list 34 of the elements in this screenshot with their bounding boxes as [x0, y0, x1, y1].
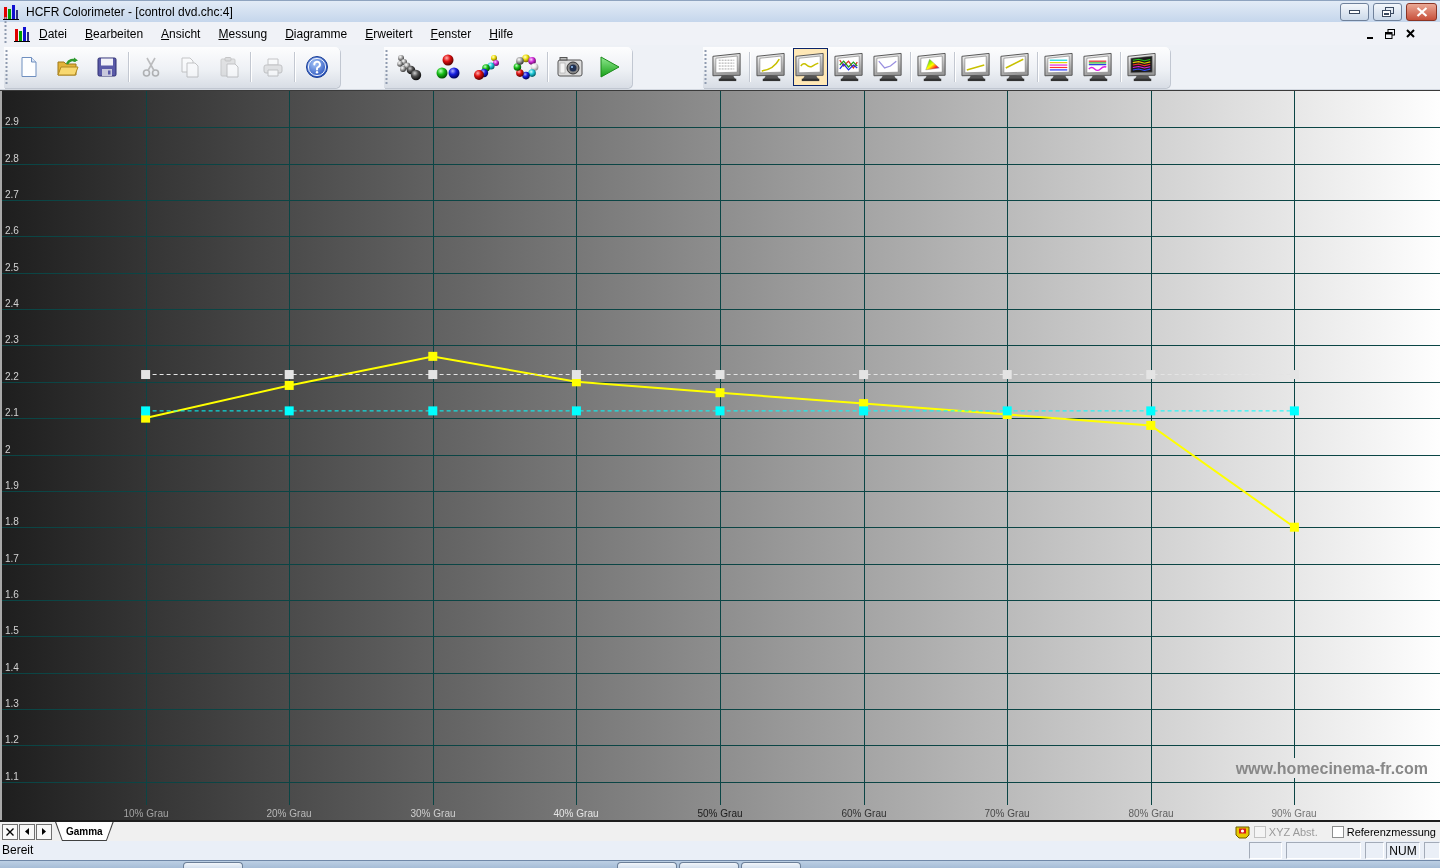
axis-label: 1.1 — [5, 771, 19, 782]
axis-label: 1.9 — [5, 480, 19, 491]
axis-label: 80% Grau — [1128, 808, 1174, 819]
axis-label: 40% Grau — [553, 808, 599, 819]
axis-label: 1.3 — [5, 698, 19, 709]
axis-label: 90% Grau — [1271, 808, 1317, 819]
axis-label: 60% Grau — [841, 808, 887, 819]
checkbox-label: Referenzmessung — [1346, 825, 1436, 838]
status-indicator: NUM — [1386, 842, 1420, 859]
axis-label: 50% Grau — [697, 808, 743, 819]
axis-label: 1.6 — [5, 589, 19, 600]
axis-label: 1.5 — [5, 625, 19, 636]
axis-label: 2.5 — [5, 262, 19, 273]
axis-label: 2.8 — [5, 153, 19, 164]
axis-label: 2.1 — [5, 407, 19, 418]
axis-label: 2.3 — [5, 334, 19, 345]
axis-label: 2.9 — [5, 116, 19, 127]
axis-label: 2.2 — [5, 371, 19, 382]
axis-label: 20% Grau — [266, 808, 312, 819]
axis-label: 1.4 — [5, 662, 19, 673]
window-title: HCFR Colorimeter - [control dvd.chc:4] — [26, 4, 233, 19]
axis-label: 30% Grau — [410, 808, 456, 819]
axis-label: 70% Grau — [984, 808, 1030, 819]
website-url: www.homecinema-fr.com — [1235, 760, 1428, 777]
checkbox-label: XYZ Abst. — [1268, 825, 1318, 838]
axis-label: 2.7 — [5, 189, 19, 200]
axis-label: 2 — [5, 444, 11, 455]
axis-label: 1.7 — [5, 553, 19, 564]
axis-label: 10% Grau — [123, 808, 169, 819]
axis-label: 2.6 — [5, 225, 19, 236]
axis-label: 2.4 — [5, 298, 19, 309]
status-text: Bereit — [2, 842, 35, 859]
axis-label: 1.2 — [5, 734, 19, 745]
axis-label: 1.8 — [5, 516, 19, 527]
